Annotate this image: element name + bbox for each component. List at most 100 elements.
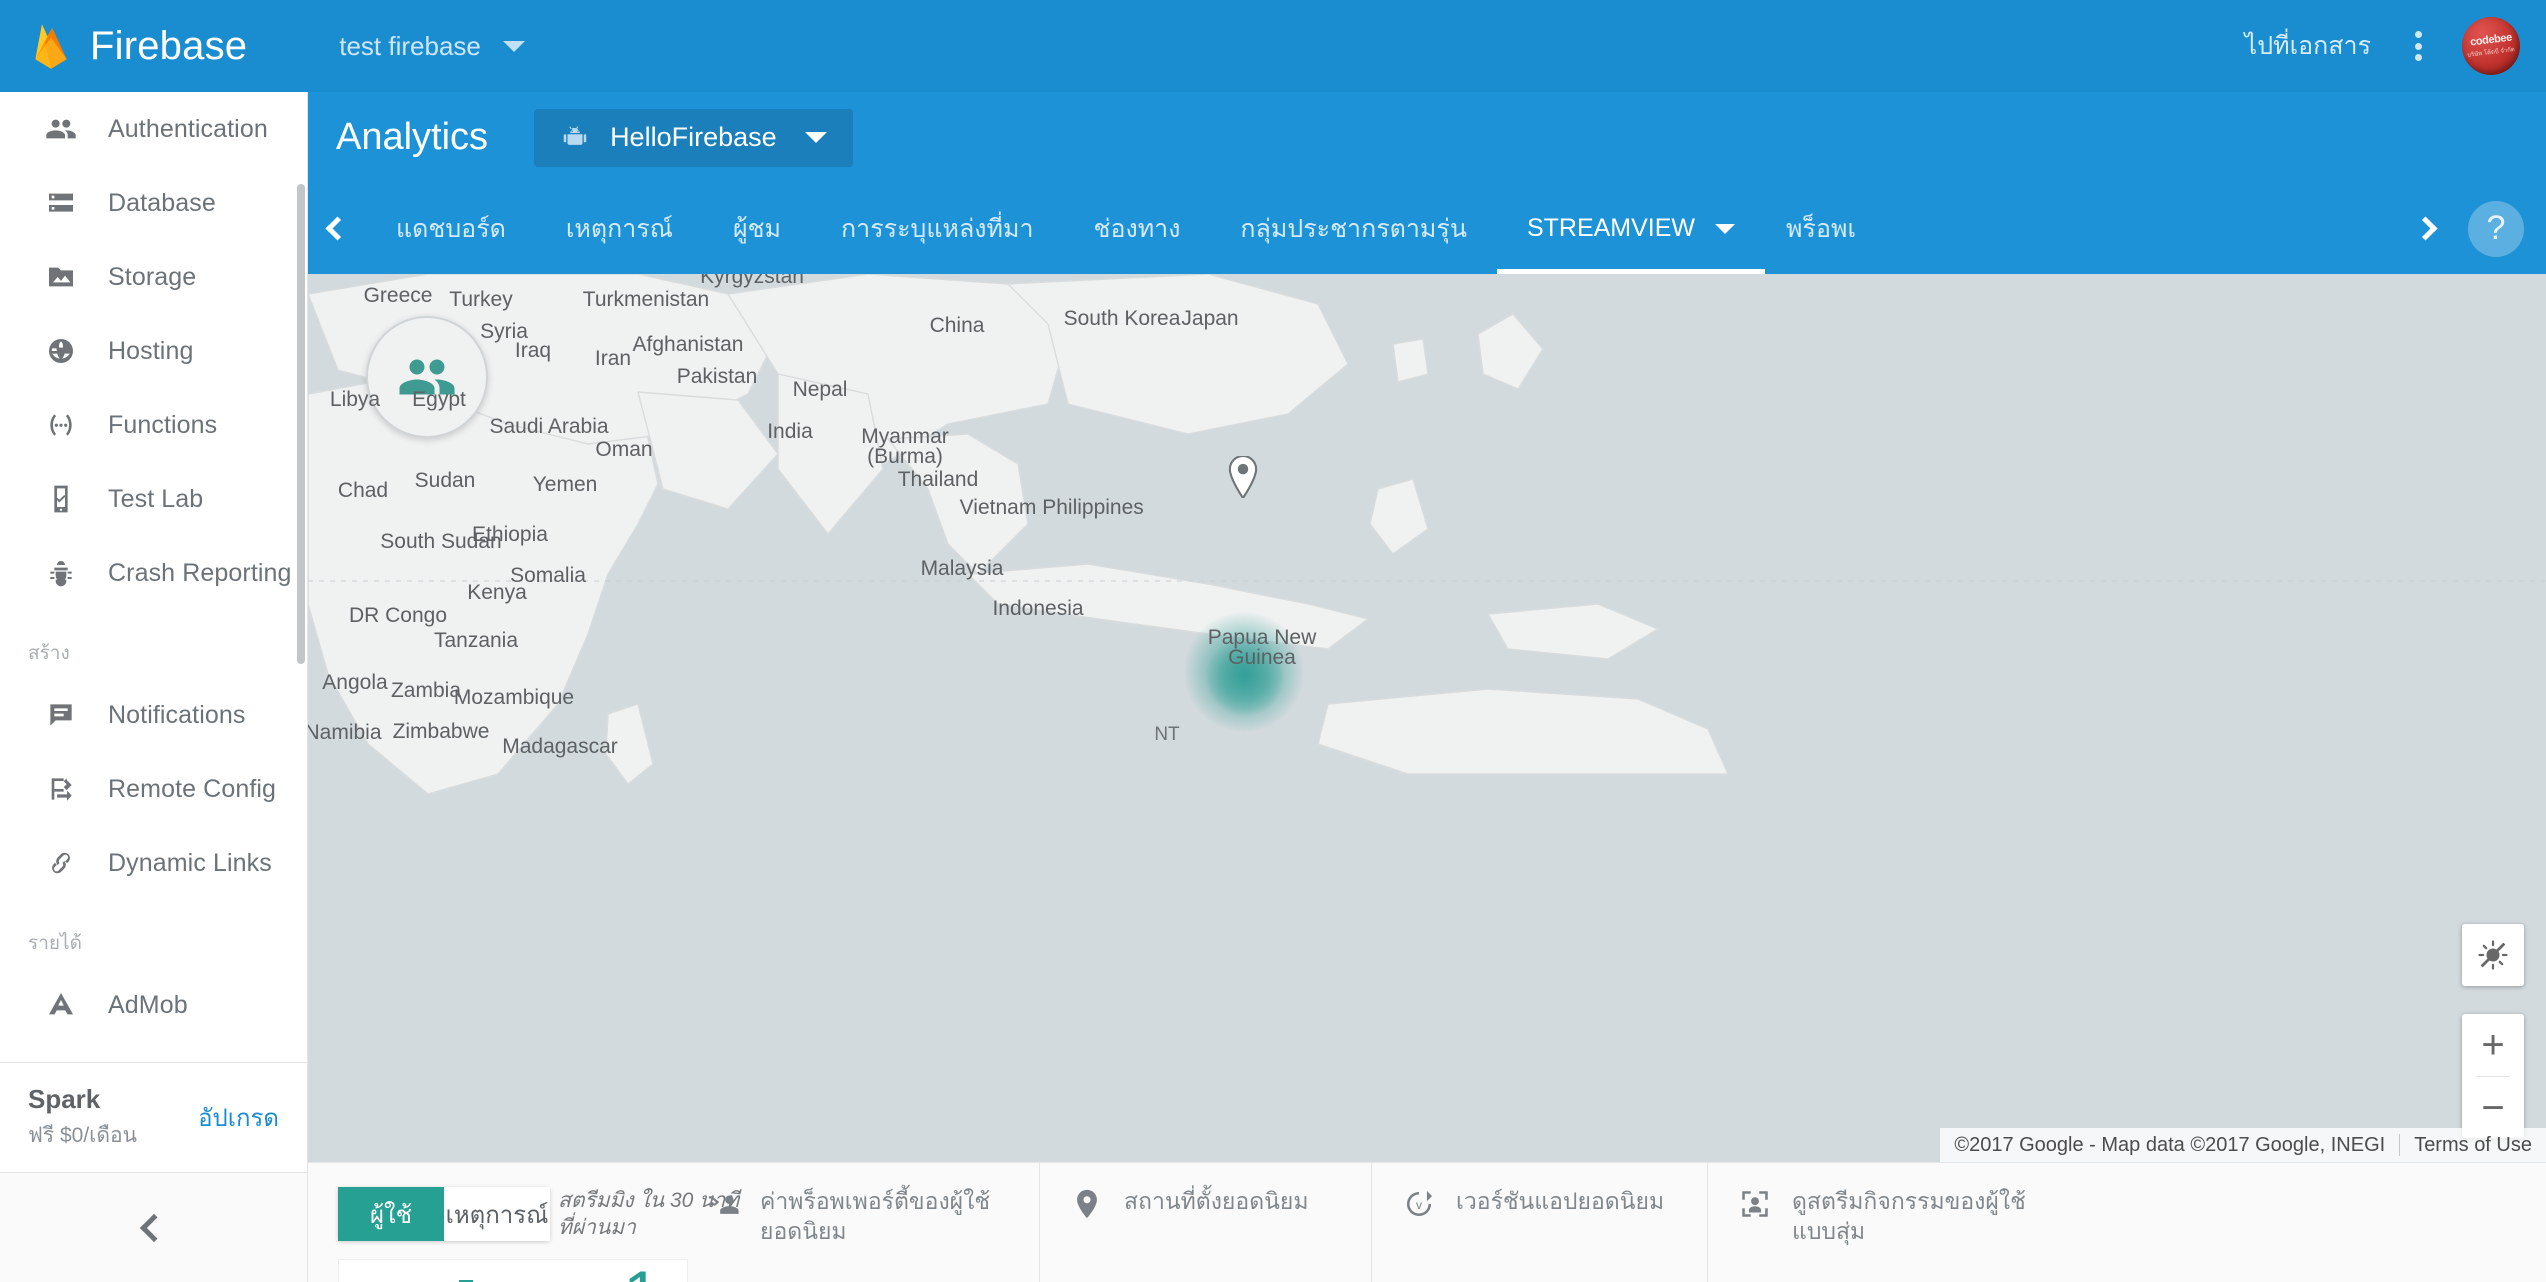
card-top-app-versions: v เวอร์ชันแอปยอดนิยม 1.0 1: [1372, 1163, 1708, 1282]
sidebar-item-label: Remote Config: [108, 774, 277, 803]
sidebar-item-hosting[interactable]: Hosting: [0, 314, 308, 388]
link-icon: [44, 846, 78, 880]
upgrade-button[interactable]: อัปเกรด: [198, 1098, 279, 1137]
sidebar-item-label: AdMob: [108, 990, 188, 1019]
sidebar-item-authentication[interactable]: Authentication: [0, 92, 308, 166]
sidebar-item-label: Authentication: [108, 114, 268, 143]
tab-label: กลุ่มประชากรตามรุ่น: [1240, 214, 1467, 243]
tabs-scroll-right-button[interactable]: [2396, 216, 2454, 241]
card-header: สถานที่ตั้งยอดนิยม: [1070, 1187, 1341, 1226]
map-geometry: [308, 274, 2546, 795]
card-top-locations: สถานที่ตั้งยอดนิยม Thailand 1: [1040, 1163, 1372, 1282]
chevron-down-icon: [804, 132, 827, 143]
analytics-content: Analytics HelloFirebase แดชบอร์ด เหตุการ…: [308, 92, 2546, 1282]
project-name: test firebase: [339, 30, 481, 61]
phone-check-icon: [44, 482, 78, 516]
map-lighting-toggle[interactable]: [2462, 924, 2524, 986]
sidebar-item-storage[interactable]: Storage: [0, 240, 308, 314]
zoom-in-button[interactable]: +: [2462, 1014, 2524, 1076]
sidebar-item-label: Dynamic Links: [108, 848, 272, 877]
toggle-users[interactable]: ผู้ใช้: [338, 1187, 444, 1241]
tab-label: การระบุแหล่งที่มา: [841, 214, 1034, 243]
tab-attribution[interactable]: การระบุแหล่งที่มา: [811, 183, 1063, 274]
sidebar-item-remote-config[interactable]: Remote Config: [0, 752, 308, 826]
functions-icon: [44, 408, 78, 442]
sidebar-item-admob[interactable]: AdMob: [0, 968, 308, 1042]
heatmap-blob: [1206, 638, 1284, 716]
plan-price: ฟรี $0/เดือน: [28, 1123, 137, 1147]
header-actions: ไปที่เอกสาร codebee บริษัท โค้ดบี จำกัด: [2245, 17, 2520, 75]
avatar[interactable]: codebee บริษัท โค้ดบี จำกัด: [2462, 17, 2520, 75]
project-selector[interactable]: test firebase: [339, 31, 525, 62]
sidebar-item-label: Storage: [108, 262, 197, 291]
card-header: ค่าพร็อพเพอร์ตี้ของผู้ใช้ยอดนิยม: [706, 1187, 1009, 1247]
tabs-scroll-left-button[interactable]: [308, 216, 366, 241]
sidebar-item-label: Functions: [108, 410, 218, 439]
sidebar-item-label: Notifications: [108, 700, 246, 729]
sidebar-item-label: Test Lab: [108, 484, 204, 513]
tabs-strip: แดชบอร์ด เหตุการณ์ ผู้ชม การระบุแหล่งที่…: [366, 183, 2396, 274]
active-users-bubble[interactable]: [366, 316, 488, 438]
tab-label: พร็อพเ: [1786, 214, 1856, 243]
help-button[interactable]: ?: [2468, 200, 2524, 257]
map-zoom-controls: + −: [2462, 1014, 2524, 1138]
message-icon: [44, 698, 78, 732]
chevron-left-icon: [324, 216, 350, 241]
location-pin-icon: [1070, 1187, 1106, 1226]
sidebar-item-dynamic-links[interactable]: Dynamic Links: [0, 826, 308, 900]
sidebar-item-test-lab[interactable]: Test Lab: [0, 462, 308, 536]
location-pin-marker[interactable]: [1227, 456, 1259, 498]
tab-events[interactable]: เหตุการณ์: [536, 183, 703, 274]
svg-text:v: v: [1416, 1198, 1422, 1212]
chevron-down-icon: [1715, 223, 1736, 234]
sidebar-item-label: Hosting: [108, 336, 194, 365]
sidebar-scroll-area: Authentication Database Storage Hosting: [0, 92, 308, 1108]
sidebar-item-notifications[interactable]: Notifications: [0, 678, 308, 752]
sidebar: Authentication Database Storage Hosting: [0, 92, 308, 1282]
card-header: v เวอร์ชันแอปยอดนิยม: [1402, 1187, 1677, 1226]
plan-panel: Spark ฟรี $0/เดือน อัปเกรด: [0, 1062, 307, 1172]
more-options-icon[interactable]: [2415, 31, 2422, 61]
users-events-toggle: ผู้ใช้ เหตุการณ์: [338, 1187, 550, 1241]
firebase-flame-icon: [35, 24, 67, 69]
tab-label: ผู้ชม: [732, 214, 782, 243]
sidebar-item-crash-reporting[interactable]: Crash Reporting: [0, 536, 308, 610]
tab-label: แดชบอร์ด: [396, 214, 506, 243]
people-icon: [399, 359, 455, 395]
firebase-logo[interactable]: Firebase: [30, 22, 247, 70]
tab-bar: แดชบอร์ด เหตุการณ์ ผู้ชม การระบุแหล่งที่…: [308, 183, 2546, 274]
tab-dashboard[interactable]: แดชบอร์ด: [366, 183, 536, 274]
tab-audiences[interactable]: ผู้ชม: [703, 183, 811, 274]
tab-funnels[interactable]: ช่องทาง: [1064, 183, 1211, 274]
tab-streamview[interactable]: STREAMVIEW: [1496, 183, 1766, 274]
chevron-left-icon[interactable]: [139, 1213, 168, 1242]
sidebar-item-functions[interactable]: Functions: [0, 388, 308, 462]
map-copyright: ©2017 Google - Map data ©2017 Google, IN…: [1954, 1133, 2386, 1156]
sidebar-item-label: Crash Reporting: [108, 558, 292, 587]
map-attribution: ©2017 Google - Map data ©2017 Google, IN…: [1940, 1128, 2546, 1162]
stream-count: 1: [623, 1261, 660, 1282]
sidebar-scrollbar[interactable]: [297, 184, 305, 664]
tab-cohorts[interactable]: กลุ่มประชากรตามรุ่น: [1210, 183, 1497, 274]
plan-name: Spark: [28, 1083, 101, 1114]
map-terms-link[interactable]: Terms of Use: [2400, 1134, 2546, 1157]
globe-icon: [44, 334, 78, 368]
app-selector[interactable]: HelloFirebase: [534, 108, 853, 167]
sidebar-item-label: Database: [108, 188, 216, 217]
android-icon: [563, 125, 587, 145]
app-name: HelloFirebase: [610, 122, 777, 152]
streamview-map[interactable]: Greece Turkey Turkmenistan Kyrgyzstan China S…: [308, 274, 2546, 1162]
tab-label: STREAMVIEW: [1526, 214, 1696, 242]
toggle-events[interactable]: เหตุการณ์: [444, 1187, 550, 1241]
metrics-cards: ผู้ใช้ เหตุการณ์ สตรีมมิง ใน 30 นาทีที่ผ…: [308, 1162, 2546, 1282]
tab-label: เหตุการณ์: [565, 214, 673, 243]
people-icon: [44, 112, 78, 146]
tab-label: ช่องทาง: [1093, 214, 1181, 243]
docs-link[interactable]: ไปที่เอกสาร: [2245, 26, 2371, 66]
card-random-user-stream: ดูสตรีมกิจกรรมของผู้ใช้แบบสุ่ม ภาพรวมผู้…: [1708, 1163, 2058, 1282]
chevron-down-icon: [502, 40, 525, 52]
sidebar-item-database[interactable]: Database: [0, 166, 308, 240]
tab-properties[interactable]: พร็อพเ: [1765, 183, 1877, 274]
sidebar-collapse-bar[interactable]: [0, 1172, 307, 1282]
card-header: ดูสตรีมกิจกรรมของผู้ใช้แบบสุ่ม: [1738, 1187, 2028, 1247]
